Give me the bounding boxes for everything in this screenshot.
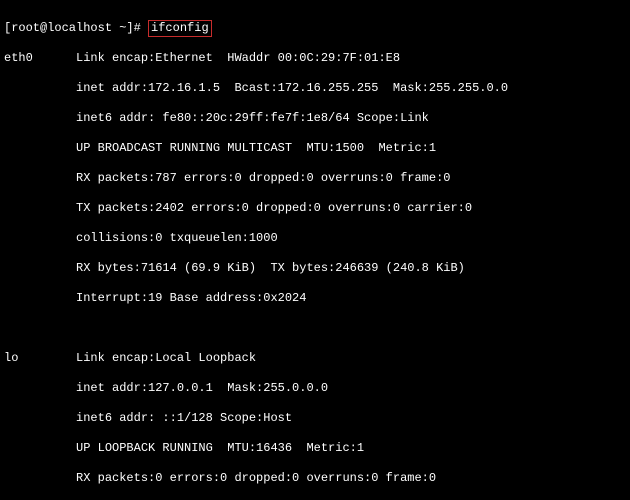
shell-prompt: [root@localhost ~]# xyxy=(4,21,148,35)
lo-line: RX packets:0 errors:0 dropped:0 overruns… xyxy=(4,471,626,486)
lo-line: inet6 addr: ::1/128 Scope:Host xyxy=(4,411,626,426)
terminal-output[interactable]: [root@localhost ~]# ifconfig eth0 Link e… xyxy=(0,0,630,500)
eth0-line: UP BROADCAST RUNNING MULTICAST MTU:1500 … xyxy=(4,141,626,156)
lo-line: UP LOOPBACK RUNNING MTU:16436 Metric:1 xyxy=(4,441,626,456)
blank-line xyxy=(4,321,626,336)
eth0-line: TX packets:2402 errors:0 dropped:0 overr… xyxy=(4,201,626,216)
eth0-line: inet addr:172.16.1.5 Bcast:172.16.255.25… xyxy=(4,81,626,96)
lo-line: inet addr:127.0.0.1 Mask:255.0.0.0 xyxy=(4,381,626,396)
eth0-line: inet6 addr: fe80::20c:29ff:fe7f:1e8/64 S… xyxy=(4,111,626,126)
eth0-line: collisions:0 txqueuelen:1000 xyxy=(4,231,626,246)
eth0-line: RX packets:787 errors:0 dropped:0 overru… xyxy=(4,171,626,186)
eth0-line: RX bytes:71614 (69.9 KiB) TX bytes:24663… xyxy=(4,261,626,276)
cmd-ifconfig: ifconfig xyxy=(148,20,212,37)
eth0-line: eth0 Link encap:Ethernet HWaddr 00:0C:29… xyxy=(4,51,626,66)
eth0-line: Interrupt:19 Base address:0x2024 xyxy=(4,291,626,306)
lo-line: lo Link encap:Local Loopback xyxy=(4,351,626,366)
prompt-line-1: [root@localhost ~]# ifconfig xyxy=(4,21,626,36)
